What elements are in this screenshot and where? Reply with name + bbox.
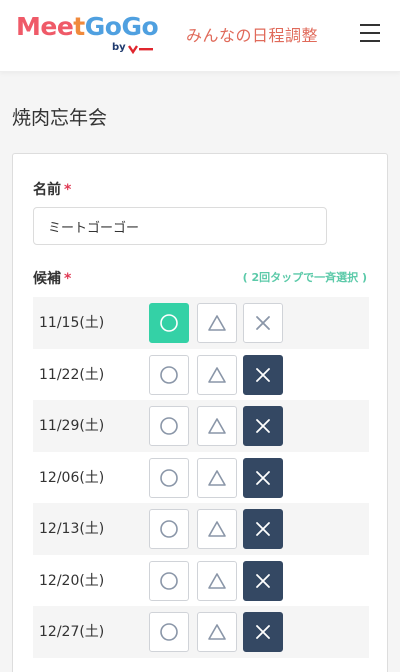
answer-yes-button[interactable] (149, 612, 189, 652)
answer-yes-button[interactable] (149, 406, 189, 446)
circle-icon (160, 571, 178, 590)
candidate-list: 11/15(土) 11/22(土) 11/29(土) 12/06(土) 12/13(土)… (33, 297, 369, 658)
candidate-row: 12/13(土) (33, 503, 369, 555)
triangle-icon (208, 315, 226, 331)
answer-no-button[interactable] (243, 457, 283, 498)
candidate-date: 12/27(土) (39, 624, 105, 640)
candidate-date: 12/06(土) (39, 469, 105, 486)
answer-no-button[interactable] (243, 560, 283, 601)
triangle-icon (208, 624, 226, 640)
candidate-row: 11/22(土) (33, 348, 369, 400)
candidate-date: 11/15(土) (39, 315, 105, 331)
answer-no-button[interactable] (243, 406, 283, 446)
candidate-date: 12/20(土) (39, 572, 105, 589)
candidate-row: 12/06(土) (33, 451, 369, 503)
circle-icon (160, 623, 178, 641)
answer-maybe-button[interactable] (197, 303, 237, 343)
cross-icon (256, 419, 270, 433)
answer-maybe-button[interactable] (197, 509, 237, 549)
response-form-card: 名前* 候補* ( 2回タップで一斉選択 ) 11/15(土)11/22(土)1… (12, 153, 388, 672)
candidate-row: 11/15(土) (33, 297, 369, 349)
candidate-date: 11/22(土) (39, 366, 105, 383)
triangle-icon (208, 366, 226, 383)
candidate-date: 12/13(土) (39, 521, 105, 537)
answer-yes-button[interactable] (149, 303, 189, 343)
triangle-icon (208, 572, 226, 589)
cross-icon (256, 367, 270, 382)
triangle-icon (208, 521, 226, 537)
triangle-icon (208, 418, 226, 434)
candidate-date: 11/29(土) (39, 418, 105, 434)
candidate-row: 12/27(土) (33, 606, 369, 658)
circle-icon (160, 417, 178, 435)
circle-icon (160, 520, 178, 538)
answer-yes-button[interactable] (149, 509, 189, 549)
candidate-row: 12/20(土) (33, 554, 369, 606)
answer-no-button[interactable] (243, 612, 283, 652)
required-mark: * (64, 271, 72, 287)
answer-maybe-button[interactable] (197, 560, 237, 601)
logo-by-text: by (112, 42, 126, 53)
hamburger-menu-button[interactable] (360, 24, 386, 46)
answer-yes-button[interactable] (149, 560, 189, 601)
required-mark: * (64, 182, 72, 198)
circle-icon (160, 468, 178, 487)
candidates-label: 候補 * (33, 271, 72, 287)
answer-no-button[interactable] (243, 303, 283, 343)
answer-yes-button[interactable] (149, 354, 189, 395)
hamburger-icon (360, 24, 380, 26)
logo-brand-mark-icon (128, 45, 153, 54)
answer-maybe-button[interactable] (197, 457, 237, 498)
app-header: MeetGoGo by みんなの日程調整 (0, 0, 400, 72)
answer-yes-button[interactable] (149, 457, 189, 498)
cross-icon (256, 522, 270, 536)
name-label: 名前 * (33, 182, 72, 198)
event-title: 焼肉忘年会 (12, 107, 108, 129)
triangle-icon (208, 469, 226, 486)
circle-icon (160, 365, 178, 384)
meetgogo-logo[interactable]: MeetGoGo by (16, 12, 159, 56)
candidate-row: 11/29(土) (33, 400, 369, 452)
bulk-select-hint: ( 2回タップで一斉選択 ) (242, 271, 367, 284)
circle-icon (160, 314, 178, 332)
logo-wordmark: MeetGoGo (16, 12, 159, 41)
header-tagline: みんなの日程調整 (186, 26, 319, 45)
cross-icon (256, 470, 270, 485)
cross-icon (256, 316, 270, 330)
cross-icon (256, 625, 270, 639)
answer-no-button[interactable] (243, 509, 283, 549)
answer-maybe-button[interactable] (197, 406, 237, 446)
answer-maybe-button[interactable] (197, 612, 237, 652)
answer-maybe-button[interactable] (197, 354, 237, 395)
answer-no-button[interactable] (243, 354, 283, 395)
name-input[interactable] (33, 207, 327, 245)
cross-icon (256, 573, 270, 588)
